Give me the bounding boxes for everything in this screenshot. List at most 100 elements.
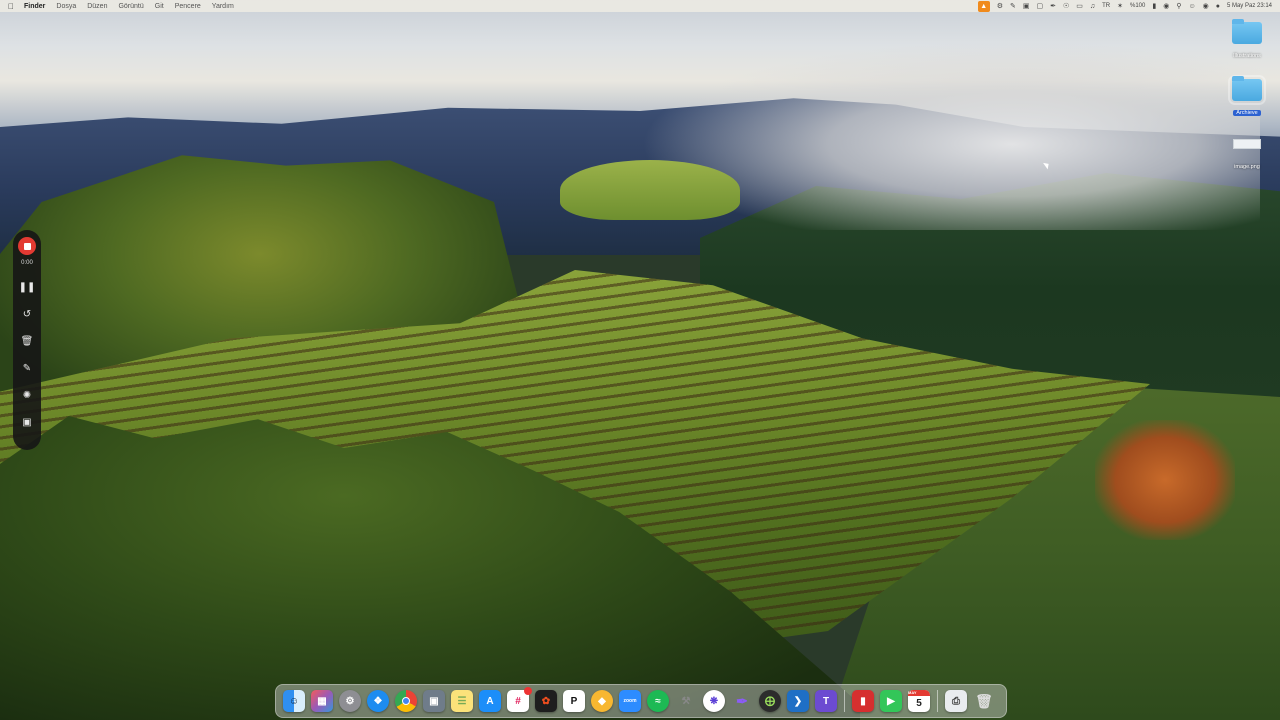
restart-button[interactable]: ↺ (13, 301, 41, 328)
parallels-icon: ▮ (860, 695, 866, 707)
pause-button[interactable]: ❚❚ (13, 274, 41, 301)
desktop-icon-label: image.png (1234, 164, 1260, 170)
screen-recorder-toolbar: 0:00 ❚❚ ↺ 🗑 ✎ ✺ ▣ (13, 230, 41, 450)
printer-icon: ⎙ (952, 695, 960, 707)
pen-status-icon[interactable]: ✒ (1050, 3, 1056, 10)
dock-facetime[interactable]: ▶ (880, 690, 902, 712)
menu-pencere[interactable]: Pencere (175, 3, 201, 10)
folder-icon (1232, 19, 1262, 44)
apple-icon[interactable]:  (8, 2, 14, 11)
menu-yardim[interactable]: Yardım (212, 3, 234, 10)
dock-spotify[interactable]: ≈ (647, 690, 669, 712)
stop-recording-button[interactable] (18, 237, 36, 255)
dock-teams[interactable]: T (815, 690, 837, 712)
slack-icon: # (515, 695, 521, 707)
dock-automator[interactable]: ⚒ (675, 690, 697, 712)
dock-chatgpt[interactable]: ❋ (703, 690, 725, 712)
dock-printer[interactable]: ⎙ (945, 690, 967, 712)
dock-calendar[interactable]: MAY 5 (908, 690, 930, 712)
dock-pricetag[interactable]: P (563, 690, 585, 712)
dock: ☺ ▦ ⚙ ❖ ▣ ☰ A # ✿ P ◆ zoom ≈ ⚒ ❋ ✒ ⨁ ❯ T… (275, 684, 1007, 718)
control-center-icon[interactable]: ◉ (1203, 3, 1209, 10)
dock-slack[interactable]: # (507, 687, 532, 712)
user-icon[interactable]: ☺ (1188, 3, 1195, 10)
dock-sketch[interactable]: ◆ (591, 690, 613, 712)
notes-icon: ☰ (457, 695, 467, 707)
delete-button[interactable]: 🗑 (13, 328, 41, 355)
search-icon[interactable]: ⚲ (1176, 3, 1181, 10)
dock-parallels[interactable]: ▮ (852, 690, 874, 712)
recorder-status-icon[interactable]: ▲ (977, 0, 990, 12)
calendar-day: 5 (916, 698, 922, 709)
pencil-icon: ✎ (22, 363, 32, 374)
desktop-icon-image-png[interactable]: image.png (1222, 133, 1272, 173)
launchpad-icon: ▦ (317, 695, 327, 707)
gear-icon: ⚙ (345, 695, 355, 707)
draw-button[interactable]: ✎ (13, 355, 41, 382)
bluetooth-icon[interactable]: ✶ (1117, 3, 1123, 10)
battery-icon[interactable]: ▮ (1152, 3, 1156, 10)
wallpaper-meadow (560, 160, 740, 220)
menu-goruntu[interactable]: Görüntü (118, 3, 143, 10)
screen-status-icon[interactable]: ▭ (1076, 3, 1083, 10)
menu-duzen[interactable]: Düzen (87, 3, 107, 10)
dock-figma[interactable]: ✿ (535, 690, 557, 712)
dock-app-store[interactable]: A (479, 690, 501, 712)
dock-trash[interactable]: 🗑 (973, 690, 995, 712)
desktop-icon-archieve[interactable]: Archieve (1222, 75, 1272, 119)
siri-icon[interactable]: ● (1216, 3, 1220, 10)
dock-compass[interactable]: ⨁ (759, 690, 781, 712)
teams-icon: T (822, 695, 830, 707)
wifi-icon[interactable]: ◉ (1163, 3, 1169, 10)
menu-app-finder[interactable]: Finder (24, 3, 45, 10)
menu-clock[interactable]: 5 May Paz 23:14 (1227, 3, 1272, 9)
menu-dosya[interactable]: Dosya (56, 3, 76, 10)
calendar-month: MAY (908, 690, 930, 696)
automator-icon: ⚒ (681, 695, 691, 707)
clipboard-status-icon[interactable]: ✎ (1010, 3, 1016, 10)
dock-preview[interactable]: ▣ (423, 690, 445, 712)
dock-finder[interactable]: ☺ (283, 690, 305, 712)
dock-zoom[interactable]: zoom (619, 690, 641, 712)
dock-chrome[interactable] (395, 690, 417, 712)
notification-badge (524, 687, 532, 695)
dock-affinity[interactable]: ✒ (731, 690, 753, 712)
stop-icon (23, 242, 31, 250)
folder-icon (1228, 75, 1266, 105)
image-file-icon (1233, 139, 1261, 149)
feather-icon: ✒ (736, 692, 748, 709)
status-area: ▲ ⚙ ✎ ▣ ▢ ✒ ☉ ▭ ♫ TR ✶ %100 ▮ ◉ ⚲ ☺ ◉ ● … (977, 0, 1272, 12)
desktop-wallpaper (0, 0, 1280, 720)
vpn-status-icon[interactable]: ☉ (1063, 3, 1069, 10)
spotify-icon: ≈ (655, 695, 661, 707)
recording-timer: 0:00 (21, 260, 33, 266)
window-status-icon[interactable]: ▣ (1023, 3, 1030, 10)
display-status-icon[interactable]: ▢ (1036, 3, 1043, 10)
dock-vscode[interactable]: ❯ (787, 690, 809, 712)
sketch-icon: ◆ (598, 695, 606, 707)
finder-icon: ☺ (288, 695, 300, 707)
input-source-indicator[interactable]: TR (1102, 3, 1110, 9)
desktop-icon-label: Archieve (1233, 110, 1261, 116)
app-store-icon: A (486, 695, 494, 707)
pause-icon: ❚❚ (18, 282, 36, 293)
trash-icon: 🗑 (20, 336, 34, 347)
effects-button[interactable]: ✺ (13, 382, 41, 409)
menu-git[interactable]: Git (155, 3, 164, 10)
preview-icon: ▣ (429, 695, 439, 707)
gear-status-icon[interactable]: ⚙ (997, 3, 1003, 10)
dock-notes[interactable]: ☰ (451, 690, 473, 712)
desktop-icon-illustrations[interactable]: Illustrations (1222, 19, 1272, 62)
dock-launchpad[interactable]: ▦ (311, 690, 333, 712)
dock-separator (844, 690, 845, 712)
pricetag-icon: P (570, 695, 578, 707)
crosshair-icon: ⨁ (765, 695, 775, 707)
wallpaper-autumn-tree (1095, 420, 1235, 540)
camera-button[interactable]: ▣ (13, 409, 41, 436)
camera-icon: ▣ (22, 417, 32, 428)
dock-safari[interactable]: ❖ (367, 690, 389, 712)
dock-system-settings[interactable]: ⚙ (339, 690, 361, 712)
battery-percent: %100 (1130, 3, 1146, 9)
music-status-icon[interactable]: ♫ (1090, 3, 1095, 10)
dock-separator (937, 690, 938, 712)
